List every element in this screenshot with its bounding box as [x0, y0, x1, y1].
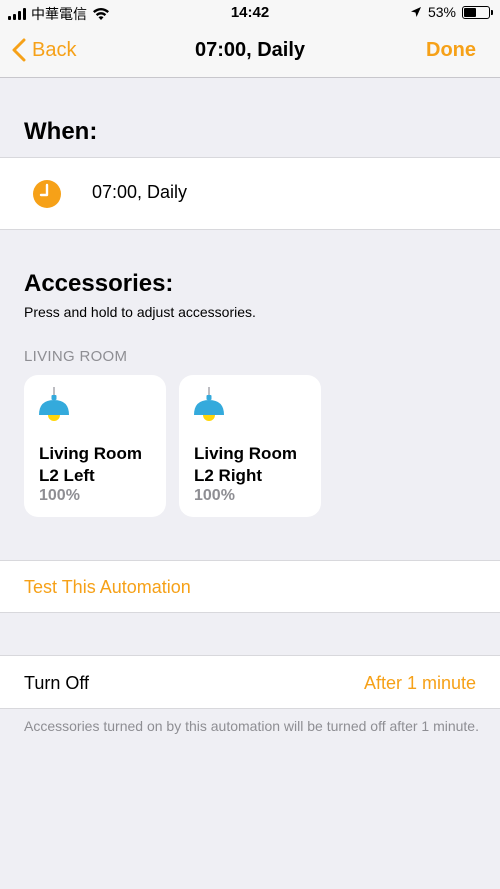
- battery-level: [464, 7, 477, 17]
- accessory-name-line2: L2 Right: [194, 466, 262, 485]
- when-row[interactable]: 07:00, Daily: [0, 157, 500, 230]
- accessory-level: 100%: [194, 487, 235, 504]
- accessory-tile[interactable]: Living Room L2 Left 100%: [24, 375, 166, 517]
- accessory-name: Living Room L2 Left: [39, 443, 159, 487]
- accessory-name-line1: Living Room: [39, 444, 142, 463]
- accessory-name-line2: L2 Left: [39, 466, 95, 485]
- accessory-level: 100%: [39, 487, 80, 504]
- accessory-tile[interactable]: Living Room L2 Right 100%: [179, 375, 321, 517]
- turn-off-label: Turn Off: [24, 673, 90, 693]
- lamp-icon: [194, 387, 224, 421]
- room-label: LIVING ROOM: [24, 348, 128, 365]
- battery-percent: 53%: [427, 4, 456, 20]
- location-icon: [410, 7, 421, 17]
- turn-off-value[interactable]: After 1 minute: [364, 673, 476, 694]
- test-automation-button[interactable]: Test This Automation: [0, 560, 500, 613]
- clock-icon: [33, 180, 61, 208]
- status-right: 53%: [410, 4, 493, 20]
- when-value: 07:00, Daily: [92, 182, 188, 202]
- accessory-name-line1: Living Room: [194, 444, 297, 463]
- test-automation-label: Test This Automation: [24, 577, 191, 597]
- status-bar: 中華電信 14:42 53%: [0, 0, 500, 26]
- turn-off-row[interactable]: Turn Off After 1 minute: [0, 655, 500, 709]
- when-heading: When:: [24, 118, 98, 145]
- lamp-icon: [39, 387, 69, 421]
- battery-icon: [462, 5, 493, 19]
- navigation-bar: Back 07:00, Daily Done: [0, 26, 500, 78]
- turn-off-footnote: Accessories turned on by this automation…: [24, 718, 479, 734]
- accessories-heading: Accessories:: [24, 270, 174, 297]
- done-button[interactable]: Done: [426, 39, 476, 62]
- page-title: 07:00, Daily: [194, 39, 306, 61]
- accessory-name: Living Room L2 Right: [194, 443, 314, 487]
- accessories-subtitle: Press and hold to adjust accessories.: [24, 304, 256, 320]
